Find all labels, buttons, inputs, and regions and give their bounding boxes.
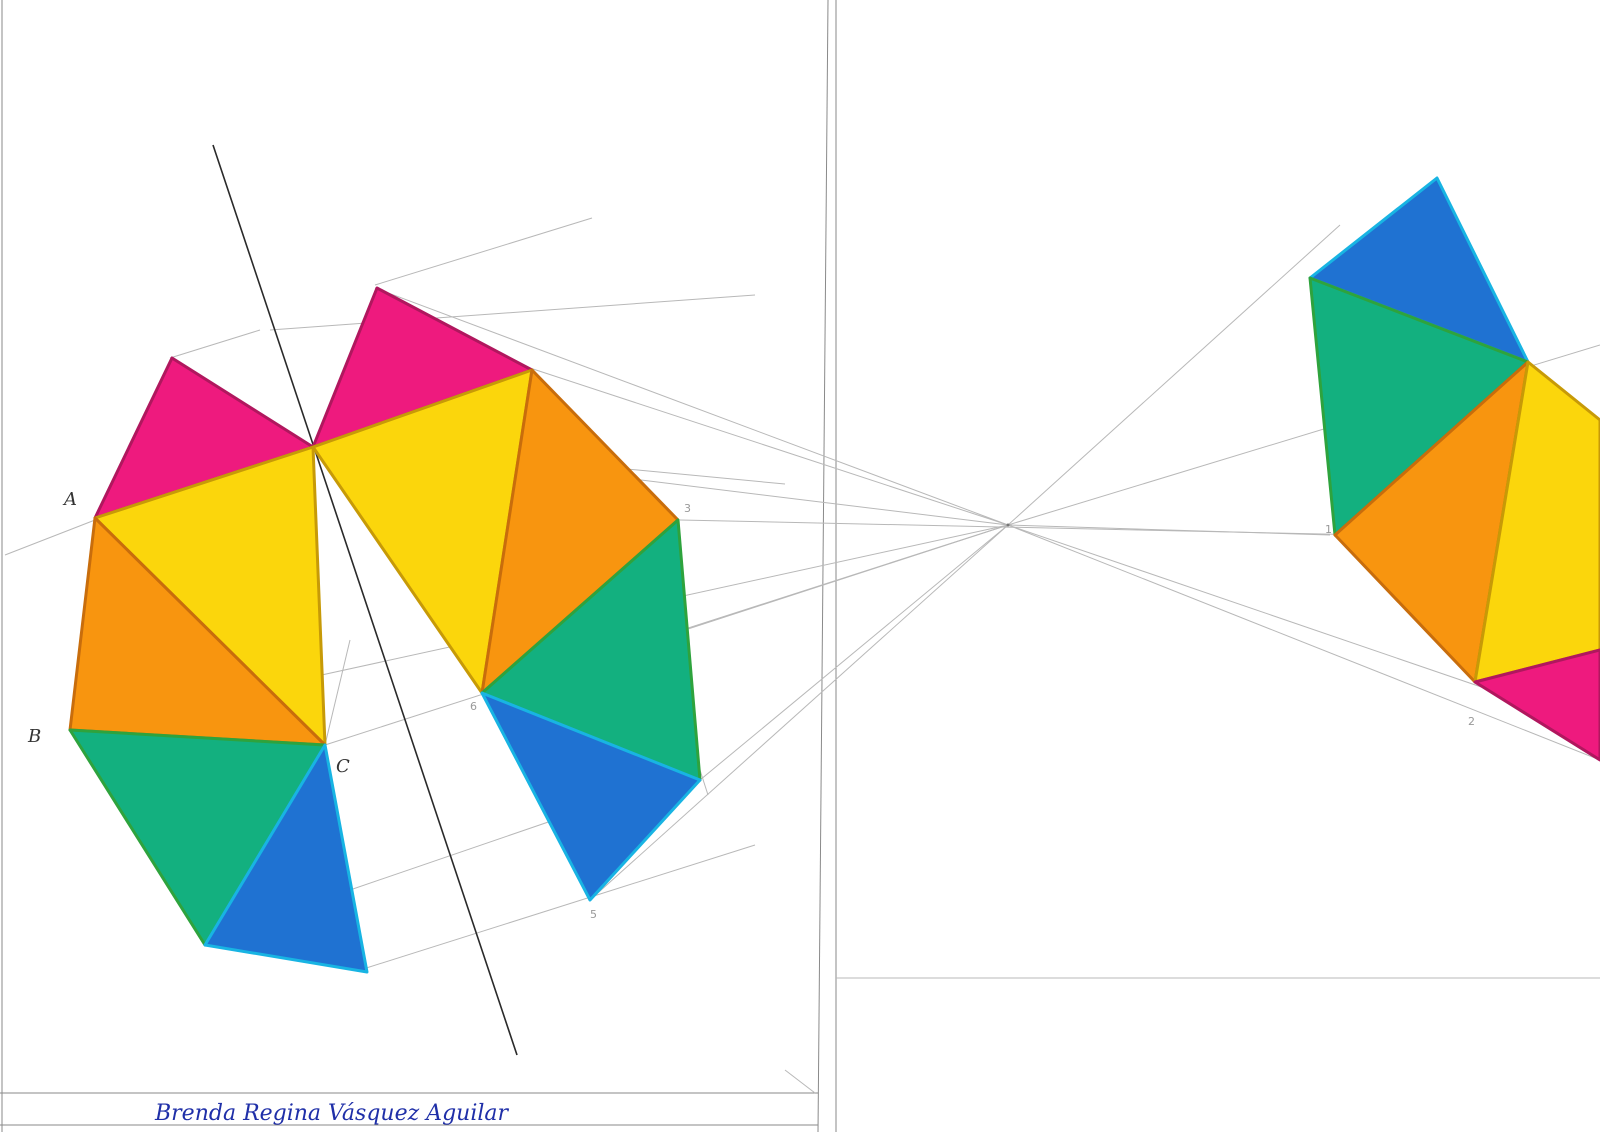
label-b: B [27,726,41,747]
center-point [1006,523,1010,527]
label-2: 2 [1468,715,1475,728]
label-3: 3 [684,502,691,515]
middle-figure [311,286,702,902]
label-a: A [62,489,77,510]
label-5: 5 [590,908,597,921]
geometry-sheet: A B C 3 6 5 1 2 Brenda Regina Vásquez Ag… [0,0,1600,1132]
right-figure [1308,176,1600,762]
author-signature: Brenda Regina Vásquez Aguilar [154,1101,510,1126]
label-6: 6 [470,700,477,713]
label-c: C [336,756,350,777]
label-1: 1 [1325,523,1332,536]
